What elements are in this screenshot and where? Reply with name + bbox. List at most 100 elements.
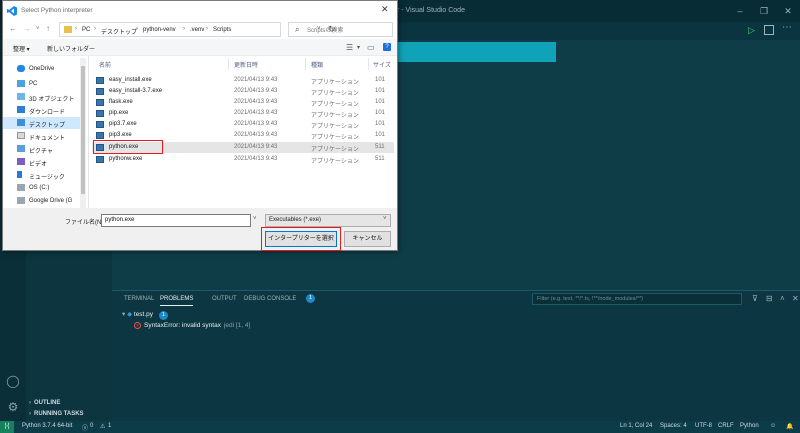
line-ending[interactable]: CRLF xyxy=(718,423,734,429)
notifications-icon[interactable]: 🔔 xyxy=(786,423,793,430)
error-count[interactable]: 0 xyxy=(90,423,93,429)
breadcrumb-pc[interactable]: PC xyxy=(82,27,90,33)
language-mode[interactable]: Python xyxy=(740,423,759,429)
cloud-icon xyxy=(17,65,25,72)
close-panel-icon[interactable]: ✕ xyxy=(792,294,799,303)
problem-file-row[interactable]: ▾ ◆ test.py 1 xyxy=(122,310,168,320)
restore-icon[interactable]: ❐ xyxy=(758,5,770,17)
tab-debug-console[interactable]: DEBUG CONSOLE xyxy=(244,296,296,302)
breadcrumb-venv[interactable]: .venv xyxy=(190,27,204,33)
dialog-titlebar: Select Python interpreter ✕ xyxy=(3,1,397,21)
forward-arrow-icon[interactable]: → xyxy=(23,24,31,33)
file-row[interactable]: pythonw.exe 2021/04/13 9:43 アプリケーション 511 xyxy=(92,154,394,165)
split-editor-icon[interactable] xyxy=(764,25,774,35)
filename-dropdown-icon[interactable]: ˅ xyxy=(253,216,257,222)
file-row[interactable]: pip3.7.exe 2021/04/13 9:43 アプリケーション 101 xyxy=(92,119,394,130)
filetype-select[interactable]: Executables (*.exe) xyxy=(265,214,391,227)
chevron-right-icon: › xyxy=(183,26,185,32)
filename-input[interactable]: python.exe xyxy=(101,214,251,227)
column-divider[interactable] xyxy=(368,58,369,70)
collapse-all-icon[interactable]: ⊟ xyxy=(766,294,773,303)
breadcrumb-python-venv[interactable]: python-venv xyxy=(143,27,176,33)
recent-locations-icon[interactable]: ˅ xyxy=(36,26,40,32)
column-divider[interactable] xyxy=(228,58,229,70)
problems-count-badge: 1 xyxy=(306,294,315,303)
column-size[interactable]: サイズ xyxy=(373,60,391,69)
nav-item-google-drive[interactable]: Google Drive (G xyxy=(3,195,83,207)
filetype-dropdown-icon[interactable]: ˅ xyxy=(383,216,387,222)
minimize-icon[interactable]: – xyxy=(734,5,746,17)
nav-item-3d-objects[interactable]: 3D オブジェクト xyxy=(3,91,83,103)
documents-icon xyxy=(17,132,25,139)
nav-item-onedrive[interactable]: OneDrive xyxy=(3,63,83,75)
problem-row[interactable]: × SyntaxError: invalid syntax jedi [1, 4] xyxy=(134,322,250,329)
nav-item-documents[interactable]: ドキュメント xyxy=(3,130,83,142)
warning-count-icon: ⚠ xyxy=(100,424,106,430)
interpreter-status[interactable]: Python 3.7.4 64-bit xyxy=(22,423,72,429)
address-bar[interactable]: › PC › デスクトップ › python-venv › .venv › Sc… xyxy=(59,22,336,37)
more-actions-icon[interactable]: ⋯ xyxy=(782,22,792,33)
video-icon xyxy=(17,158,25,165)
column-name[interactable]: 名前 xyxy=(99,60,111,69)
search-box[interactable]: ⌕ xyxy=(288,22,393,37)
cancel-button[interactable]: キャンセル xyxy=(344,231,391,247)
file-row[interactable]: easy_install-3.7.exe 2021/04/13 9:43 アプリケー… xyxy=(92,86,394,97)
back-arrow-icon[interactable]: ← xyxy=(9,24,17,33)
file-row[interactable]: flask.exe 2021/04/13 9:43 アプリケーション 101 xyxy=(92,97,394,108)
cursor-position[interactable]: Ln 1, Col 24 xyxy=(620,423,652,429)
breadcrumb-desktop[interactable]: デスクトップ xyxy=(101,27,137,36)
new-folder-button[interactable]: 新しいフォルダー xyxy=(47,44,95,53)
file-row[interactable]: easy_install.exe 2021/04/13 9:43 アプリケーション 1… xyxy=(92,75,394,86)
file-row[interactable]: pip.exe 2021/04/13 9:43 アプリケーション 101 xyxy=(92,108,394,119)
exe-file-icon xyxy=(96,88,104,95)
nav-item-videos[interactable]: ビデオ xyxy=(3,156,83,168)
outline-section[interactable]: › OUTLINE xyxy=(26,400,112,411)
column-divider[interactable] xyxy=(305,58,306,70)
error-icon: × xyxy=(134,322,141,329)
exe-file-icon xyxy=(96,77,104,84)
error-count-icon: ⓧ xyxy=(82,426,89,432)
dialog-title: Select Python interpreter xyxy=(21,7,93,14)
nav-item-downloads[interactable]: ダウンロード xyxy=(3,104,83,116)
maximize-panel-icon[interactable]: ˄ xyxy=(780,294,785,303)
tab-output[interactable]: OUTPUT xyxy=(212,296,237,302)
breadcrumb-scripts[interactable]: Scripts xyxy=(213,27,231,33)
file-problem-count: 1 xyxy=(158,311,168,320)
nav-item-pc[interactable]: PC xyxy=(3,78,83,90)
view-options-icon[interactable]: ☰ xyxy=(346,43,353,52)
folder-icon xyxy=(64,26,72,33)
3d-objects-icon xyxy=(17,93,25,100)
column-type[interactable]: 種類 xyxy=(311,60,323,69)
search-input[interactable] xyxy=(307,26,391,35)
run-icon[interactable]: ▷ xyxy=(748,25,755,36)
tab-terminal[interactable]: TERMINAL xyxy=(124,296,154,302)
nav-item-os-c[interactable]: OS (C:) xyxy=(3,182,83,194)
search-icon: ⌕ xyxy=(295,25,300,34)
problems-filter-input[interactable]: Filter (e.g. text, **/*.ts, !**/node_mod… xyxy=(532,293,742,305)
filter-icon[interactable]: ⊽ xyxy=(752,294,758,303)
encoding[interactable]: UTF-8 xyxy=(695,423,712,429)
close-icon[interactable]: ✕ xyxy=(381,4,389,15)
music-icon xyxy=(17,171,22,178)
tab-problems[interactable]: PROBLEMS xyxy=(160,296,194,306)
up-arrow-icon[interactable]: ↑ xyxy=(46,24,50,33)
remote-icon[interactable]: ⟩⟨ xyxy=(0,421,14,433)
pc-icon xyxy=(17,80,25,87)
indentation[interactable]: Spaces: 4 xyxy=(660,423,687,429)
chevron-right-icon: › xyxy=(206,26,208,32)
nav-item-pictures[interactable]: ピクチャ xyxy=(3,143,83,155)
nav-item-desktop[interactable]: デスクトップ xyxy=(3,117,83,129)
feedback-icon[interactable]: ☺ xyxy=(770,423,776,429)
account-icon[interactable]: ◯ xyxy=(6,374,20,388)
warning-count[interactable]: 1 xyxy=(108,423,111,429)
navigation-pane: OneDrive PC 3D オブジェクト ダウンロード デスクトップ ドキュメ… xyxy=(3,56,89,208)
organize-button[interactable]: 整理 ▾ xyxy=(13,44,30,53)
column-date[interactable]: 更新日時 xyxy=(234,60,258,69)
close-window-icon[interactable]: ✕ xyxy=(782,5,794,17)
help-icon[interactable]: ? xyxy=(383,43,391,51)
settings-gear-icon[interactable]: ⚙ xyxy=(6,400,20,414)
preview-pane-icon[interactable]: ▭ xyxy=(367,43,375,52)
nav-scrollbar-thumb[interactable] xyxy=(81,66,85,194)
view-dropdown-icon[interactable]: ▾ xyxy=(357,44,360,51)
nav-item-music[interactable]: ミュージック xyxy=(3,169,83,181)
